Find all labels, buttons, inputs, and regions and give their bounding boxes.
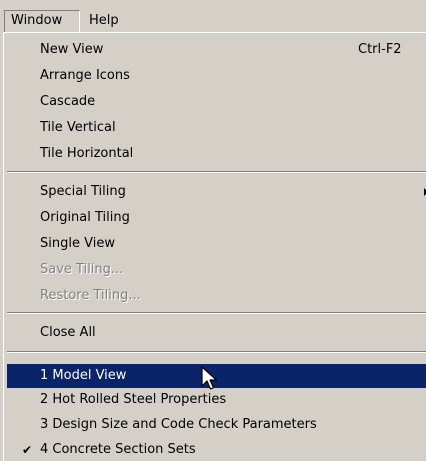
menu-item-tile-horizontal[interactable]: Tile Horizontal [7,142,426,166]
menu-item-label: 4 Concrete Section Sets [40,442,196,457]
menu-item-special-tiling[interactable]: Special Tiling [7,180,426,204]
menu-item-shortcut: Ctrl-F2 [358,42,402,57]
checkmark-icon: ✔ [22,443,33,457]
menu-item-label: Special Tiling [40,184,126,199]
menu-item-label: 2 Hot Rolled Steel Properties [40,392,227,407]
menu-item-tile-vertical[interactable]: Tile Vertical [7,116,426,140]
menu-separator [7,351,426,353]
window-dropdown-menu: New View Ctrl-F2 Arrange Icons Cascade T… [3,32,426,461]
menu-item-restore-tiling: Restore Tiling... [7,284,426,308]
menu-item-label: Cascade [40,94,96,109]
menu-item-window-3[interactable]: 3 Design Size and Code Check Parameters [7,413,426,437]
menu-separator [7,312,426,314]
mouse-cursor-icon [201,366,218,390]
menu-item-label: Save Tiling... [40,262,124,277]
window-menu[interactable]: Window [4,10,80,32]
menu-item-label: 3 Design Size and Code Check Parameters [40,417,317,432]
menu-item-single-view[interactable]: Single View [7,232,426,256]
menu-item-window-4[interactable]: ✔ 4 Concrete Section Sets [7,438,426,461]
menu-bar: Window Help [0,0,426,32]
menu-item-new-view[interactable]: New View Ctrl-F2 [7,38,426,62]
menu-item-label: New View [40,42,104,57]
menu-item-label: Original Tiling [40,210,130,225]
menu-separator [7,171,426,173]
menu-item-cascade[interactable]: Cascade [7,90,426,114]
app-root: Window Help New View Ctrl-F2 Arrange Ico… [0,0,426,461]
help-menu[interactable]: Help [83,10,125,32]
menu-item-original-tiling[interactable]: Original Tiling [7,206,426,230]
menu-item-label: 1 Model View [40,368,127,383]
menu-item-label: Tile Vertical [40,120,116,135]
menu-item-label: Single View [40,236,115,251]
menu-item-label: Restore Tiling... [40,288,141,303]
menu-item-label: Arrange Icons [40,68,130,83]
menu-item-arrange-icons[interactable]: Arrange Icons [7,64,426,88]
menu-item-label: Close All [40,325,96,340]
menu-item-label: Tile Horizontal [40,146,134,161]
menu-item-close-all[interactable]: Close All [7,321,426,345]
menu-item-save-tiling: Save Tiling... [7,258,426,282]
